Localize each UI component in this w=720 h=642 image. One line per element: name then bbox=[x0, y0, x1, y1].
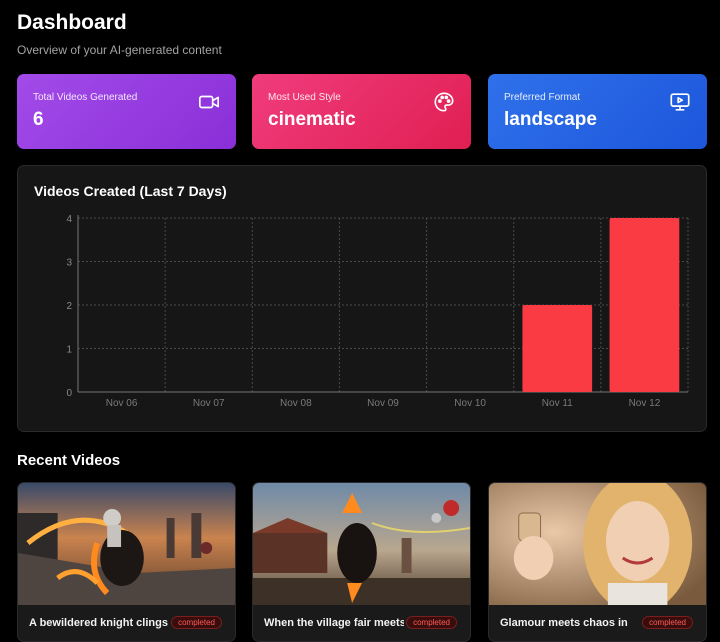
y-tick-label: 0 bbox=[66, 388, 72, 399]
video-thumbnail[interactable] bbox=[18, 483, 235, 605]
y-tick-label: 3 bbox=[66, 258, 72, 269]
bar-chart: 0 1 2 3 4 Nov 06 Nov 07 Nov 08 Nov 09 Nov 10 Nov 1… bbox=[66, 214, 689, 409]
stat-value: landscape bbox=[504, 109, 597, 130]
video-card[interactable]: A bewildered knight clings completed bbox=[17, 482, 236, 642]
video-thumbnail[interactable] bbox=[253, 483, 470, 605]
y-tick-label: 1 bbox=[66, 345, 72, 356]
y-tick-label: 2 bbox=[66, 301, 72, 312]
stat-card-preferred-format: Preferred Format landscape bbox=[488, 74, 707, 149]
stat-card-total-videos: Total Videos Generated 6 bbox=[17, 74, 236, 149]
video-title: When the village fair meets bbox=[264, 617, 404, 629]
stat-label: Total Videos Generated bbox=[33, 92, 138, 103]
video-title: Glamour meets chaos in bbox=[500, 617, 628, 629]
chart-bar bbox=[522, 305, 593, 392]
chart-panel: Videos Created (Last 7 Days) 0 1 2 3 4 Nov 06… bbox=[17, 165, 707, 432]
video-card[interactable]: Glamour meets chaos in completed bbox=[488, 482, 707, 642]
recent-videos-title: Recent Videos bbox=[17, 452, 121, 469]
video-card[interactable]: When the village fair meets completed bbox=[252, 482, 471, 642]
palette-icon bbox=[434, 92, 454, 112]
status-badge: completed bbox=[642, 616, 693, 629]
page-subtitle: Overview of your AI-generated content bbox=[17, 43, 222, 57]
status-badge: completed bbox=[406, 616, 457, 629]
video-title: A bewildered knight clings bbox=[29, 617, 168, 629]
chart-bar bbox=[609, 218, 680, 392]
y-tick-label: 4 bbox=[66, 214, 72, 225]
x-tick-label: Nov 12 bbox=[629, 398, 661, 409]
x-tick-label: Nov 09 bbox=[367, 398, 399, 409]
monitor-play-icon bbox=[670, 93, 690, 111]
stat-value: 6 bbox=[33, 109, 44, 130]
stat-value: cinematic bbox=[268, 109, 356, 130]
video-camera-icon bbox=[199, 95, 219, 109]
video-thumbnail[interactable] bbox=[489, 483, 706, 605]
x-tick-label: Nov 10 bbox=[454, 398, 486, 409]
page-title: Dashboard bbox=[17, 11, 127, 34]
x-tick-label: Nov 08 bbox=[280, 398, 312, 409]
x-tick-label: Nov 06 bbox=[106, 398, 138, 409]
status-badge: completed bbox=[171, 616, 222, 629]
stat-label: Preferred Format bbox=[504, 92, 581, 103]
x-tick-label: Nov 07 bbox=[193, 398, 225, 409]
stat-card-most-used-style: Most Used Style cinematic bbox=[252, 74, 471, 149]
stat-label: Most Used Style bbox=[268, 92, 341, 103]
x-tick-label: Nov 11 bbox=[542, 398, 573, 409]
